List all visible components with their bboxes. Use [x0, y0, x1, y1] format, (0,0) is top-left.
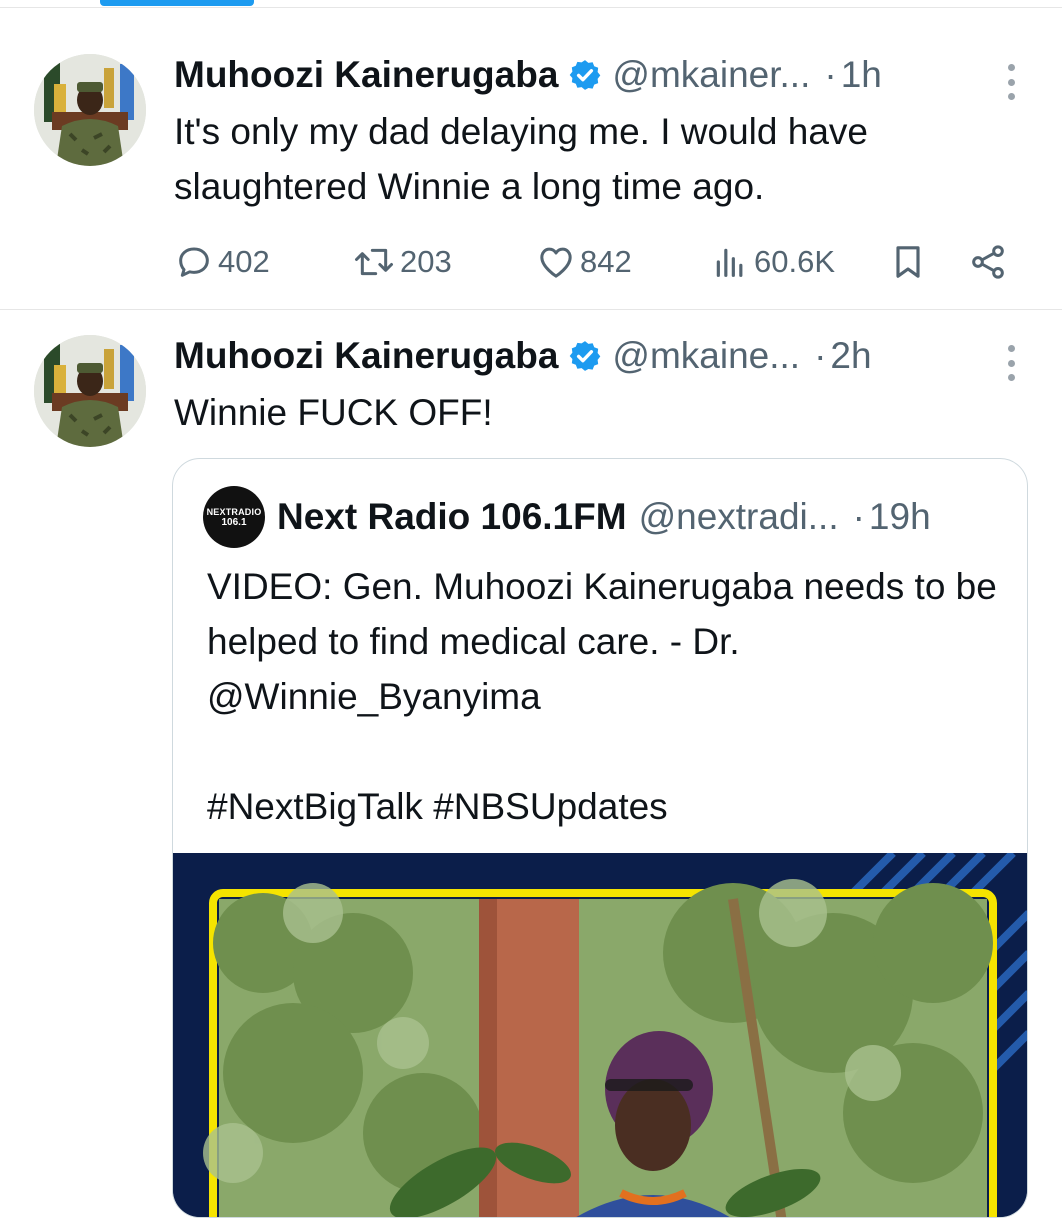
tweet[interactable]: Muhoozi Kainerugaba @mkaine... · 2h Winn… [0, 311, 1062, 1218]
active-tab-indicator [100, 0, 254, 6]
tweet-text: It's only my dad delaying me. I would ha… [174, 111, 868, 207]
share-button[interactable] [968, 234, 1008, 290]
views-icon [716, 248, 743, 277]
avatar-image [34, 335, 146, 447]
tweet[interactable]: Muhoozi Kainerugaba @mkainer... · 1h It'… [0, 30, 1062, 310]
separator-dot: · [814, 335, 827, 376]
reply-count: 402 [218, 244, 270, 279]
views-count: 60.6K [754, 244, 836, 279]
reply-icon [179, 247, 209, 277]
bookmark-icon [896, 246, 920, 278]
quoted-tweet-text: VIDEO: Gen. Muhoozi Kainerugaba needs to… [207, 559, 997, 834]
like-icon [540, 247, 572, 278]
quoted-author-name[interactable]: Next Radio 106.1FM [277, 496, 627, 538]
quoted-author-handle[interactable]: @nextradi... [639, 496, 839, 538]
avatar[interactable] [34, 54, 146, 166]
quoted-text-paragraph: VIDEO: Gen. Muhoozi Kainerugaba needs to… [207, 566, 997, 717]
retweet-button[interactable]: 203 [352, 234, 452, 290]
retweet-count: 203 [400, 244, 452, 279]
author-name[interactable]: Muhoozi Kainerugaba [174, 54, 558, 96]
bookmark-button[interactable] [888, 234, 928, 290]
retweet-icon [355, 248, 393, 276]
video-thumbnail[interactable] [173, 853, 1027, 1217]
tweet-header: Muhoozi Kainerugaba @mkaine... · 2h [174, 331, 1022, 381]
more-options-icon[interactable] [1004, 345, 1018, 381]
like-button[interactable]: 842 [536, 234, 632, 290]
quoted-tweet[interactable]: NEXTRADIO 106.1 Next Radio 106.1FM @next… [172, 458, 1028, 1218]
logo-text: NEXTRADIO [206, 506, 262, 517]
share-icon [972, 245, 1004, 279]
like-count: 842 [580, 244, 632, 279]
more-options-icon[interactable] [1004, 64, 1018, 100]
views-button[interactable]: 60.6K [710, 234, 835, 290]
logo-text: 106.1 [221, 516, 247, 528]
verified-badge-icon [570, 341, 601, 371]
author-handle[interactable]: @mkaine... [612, 335, 800, 377]
quoted-avatar[interactable]: NEXTRADIO 106.1 [203, 486, 265, 548]
quoted-hashtags[interactable]: #NextBigTalk #NBSUpdates [207, 779, 997, 834]
tweet-text: Winnie FUCK OFF! [174, 392, 493, 433]
quoted-tweet-header: NEXTRADIO 106.1 Next Radio 106.1FM @next… [203, 486, 1007, 548]
tweet-header: Muhoozi Kainerugaba @mkainer... · 1h [174, 50, 1022, 100]
tweet-timestamp[interactable]: 2h [830, 335, 871, 377]
separator-dot: · [852, 496, 865, 537]
avatar-image [34, 54, 146, 166]
author-handle[interactable]: @mkainer... [612, 54, 810, 96]
avatar[interactable] [34, 335, 146, 447]
tweet-actions: 402 203 842 60.6K [174, 234, 1022, 290]
reply-button[interactable]: 402 [174, 234, 270, 290]
verified-badge-icon [570, 60, 601, 90]
top-tab-bar [0, 0, 1062, 8]
quoted-timestamp[interactable]: 19h [869, 496, 931, 538]
author-name[interactable]: Muhoozi Kainerugaba [174, 335, 558, 377]
video-frame-image [173, 853, 1027, 1217]
separator-dot: · [824, 54, 837, 95]
tweet-timestamp[interactable]: 1h [841, 54, 882, 96]
